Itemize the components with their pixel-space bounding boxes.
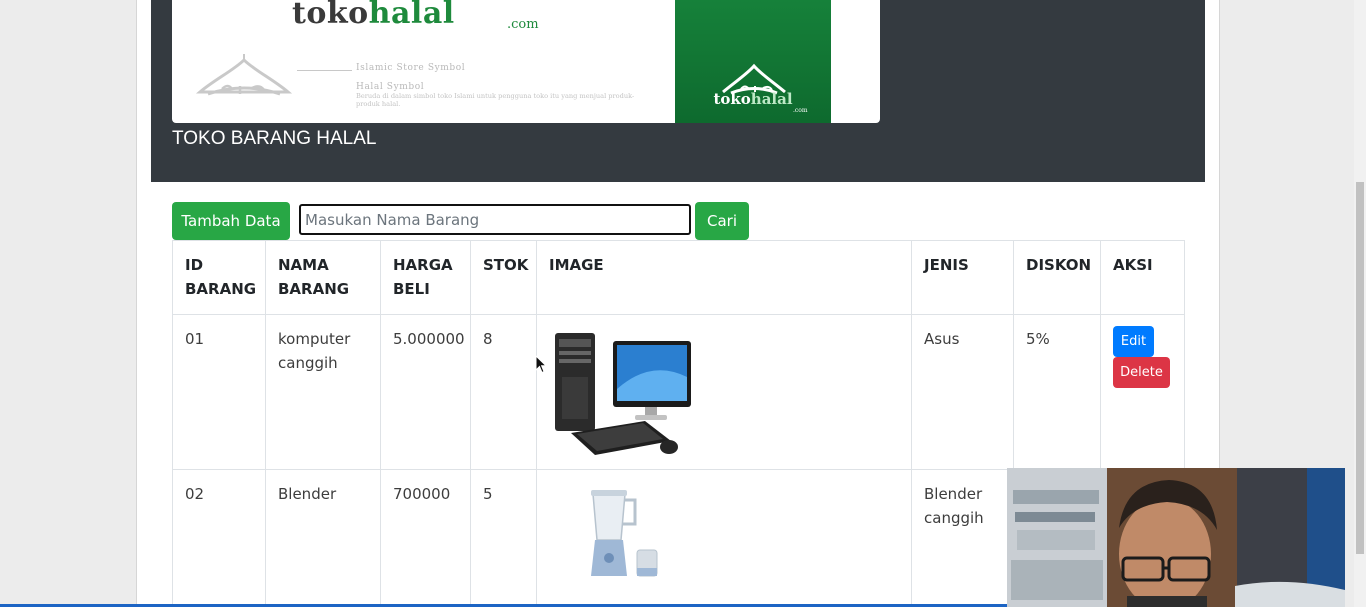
edit-button[interactable]: Edit: [1113, 326, 1154, 357]
scrollbar-thumb[interactable]: [1356, 182, 1364, 554]
symbol-title: Islamic Store Symbol: [356, 63, 466, 73]
store-logo-banner: tokohalal .com Islamic Store Symbol Hala…: [172, 0, 880, 123]
cell-name: Blender: [265, 469, 381, 607]
blender-image: [591, 490, 658, 577]
add-data-button[interactable]: Tambah Data: [172, 202, 290, 240]
cell-image: [536, 314, 912, 470]
cell-discount: 5%: [1013, 314, 1101, 470]
green-logo-panel: tokohalal .com: [675, 0, 831, 123]
logo-domain: .com: [507, 17, 539, 32]
cell-type: Blender canggih: [911, 469, 1014, 607]
table-row: 01 komputer canggih 5.000000 8 Asus 5% E…: [172, 314, 1185, 470]
cell-price: 5.000000: [380, 314, 471, 470]
halal-symbol-grey-icon: [195, 54, 293, 96]
cell-price: 700000: [380, 469, 471, 607]
cell-id: 01: [172, 314, 266, 470]
column-header-stock[interactable]: STOK: [470, 240, 537, 315]
logo-wordmark: tokohalal: [292, 0, 455, 31]
column-header-discount[interactable]: DISKON: [1013, 240, 1101, 315]
search-input[interactable]: [299, 204, 691, 235]
webcam-video-frame: [1007, 468, 1345, 607]
table-header-row: ID BARANG NAMA BARANG HARGA BELI STOK IM…: [172, 240, 1185, 315]
cell-stock: 8: [470, 314, 537, 470]
cell-id: 02: [172, 469, 266, 607]
cell-actions: Edit Delete: [1100, 314, 1185, 470]
cell-name: komputer canggih: [265, 314, 381, 470]
cell-image: [536, 469, 912, 607]
symbol-leader-line: [297, 70, 352, 71]
symbol-description: Beruda di dalam simbol toko Islami untuk…: [356, 92, 635, 108]
green-panel-wordmark: tokohalal: [713, 90, 793, 108]
webcam-overlay: [1007, 468, 1345, 607]
cell-stock: 5: [470, 469, 537, 607]
column-header-name[interactable]: NAMA BARANG: [265, 240, 381, 315]
desktop-computer-image: [555, 333, 691, 455]
cell-type: Asus: [911, 314, 1014, 470]
store-title: TOKO BARANG HALAL: [172, 128, 377, 149]
halal-symbol-title: Halal Symbol: [356, 82, 425, 92]
column-header-image[interactable]: IMAGE: [536, 240, 912, 315]
search-button[interactable]: Cari: [695, 202, 749, 240]
column-header-price[interactable]: HARGA BELI: [380, 240, 471, 315]
delete-button[interactable]: Delete: [1113, 357, 1170, 388]
column-header-action[interactable]: AKSI: [1100, 240, 1185, 315]
green-panel-domain: .com: [793, 107, 808, 114]
column-header-type[interactable]: JENIS: [911, 240, 1014, 315]
column-header-id[interactable]: ID BARANG: [172, 240, 266, 315]
mouse-pointer-icon: [535, 355, 547, 374]
